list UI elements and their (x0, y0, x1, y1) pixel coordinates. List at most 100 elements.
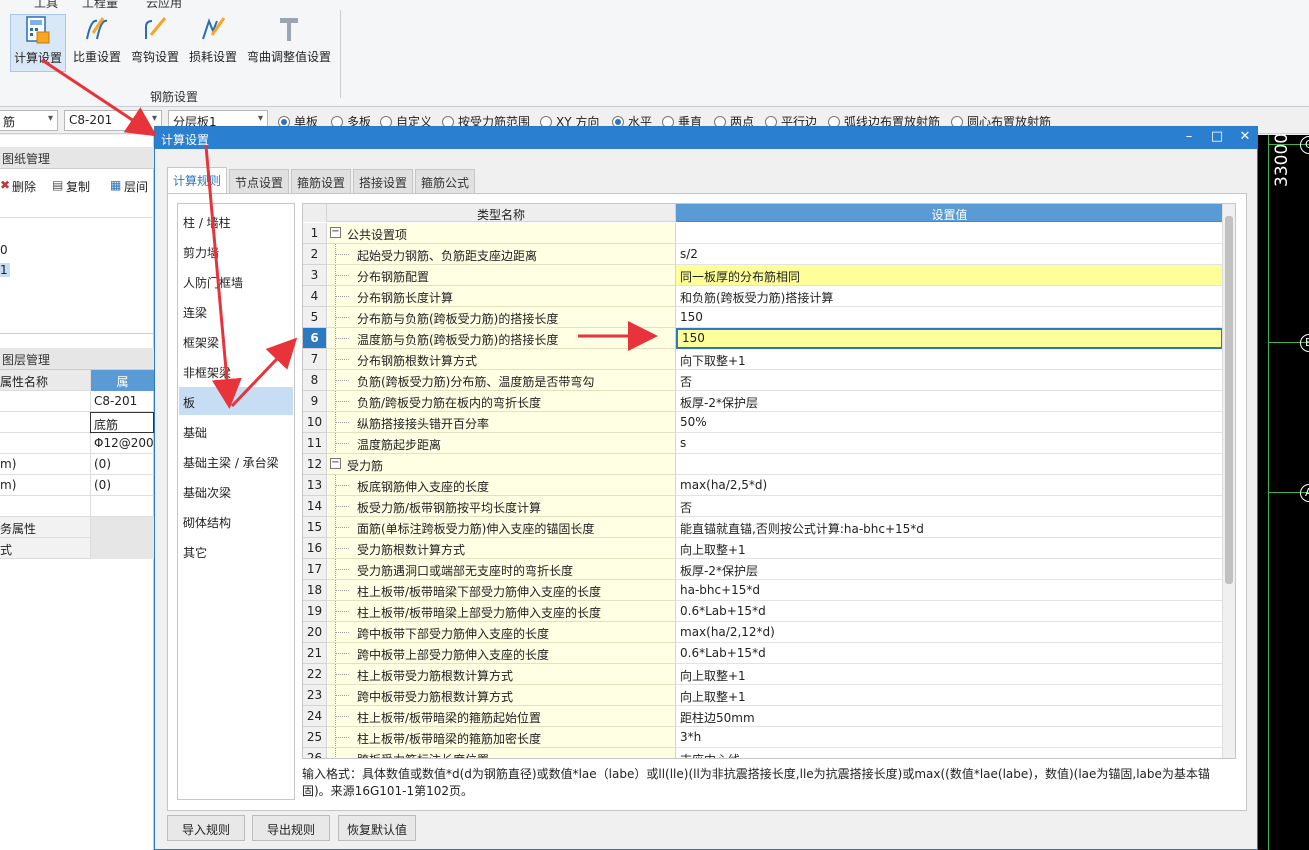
category-item[interactable]: 其它 (179, 537, 293, 565)
row-number[interactable]: 21 (303, 643, 327, 664)
prop-value[interactable]: (0) (90, 475, 154, 496)
row-number[interactable]: 1 (303, 223, 327, 244)
table-row[interactable]: 20 跨中板带下部受力筋伸入支座的长度 max(ha/2,12*d) (303, 622, 1223, 643)
table-row[interactable]: 12− 受力筋 (303, 454, 1223, 475)
tab-node-settings[interactable]: 节点设置 (229, 169, 290, 193)
table-row[interactable]: 10 纵筋搭接接头错开百分率 50% (303, 412, 1223, 433)
prop-row[interactable]: m) (0) (0, 454, 154, 475)
row-value[interactable]: 板厚-2*保护层 (676, 391, 1223, 412)
table-row[interactable]: 2 起始受力钢筋、负筋距支座边距离 s/2 (303, 244, 1223, 265)
bend-adjust-button[interactable]: 弯曲调整值设置 (244, 14, 334, 72)
copy-icon[interactable]: ▤ (52, 178, 63, 192)
row-number[interactable]: 17 (303, 559, 327, 580)
list-item[interactable]: 1 (0, 263, 10, 277)
row-number[interactable]: 19 (303, 601, 327, 622)
row-number[interactable]: 22 (303, 664, 327, 685)
table-row[interactable]: 14 板受力筋/板带钢筋按平均长度计算 否 (303, 496, 1223, 517)
row-value[interactable]: 向上取整+1 (676, 685, 1223, 706)
delete-button[interactable]: 删除 (12, 178, 36, 195)
row-number[interactable]: 26 (303, 748, 327, 758)
row-number[interactable]: 14 (303, 496, 327, 517)
row-number[interactable]: 13 (303, 475, 327, 496)
row-value[interactable]: 向上取整+1 (676, 538, 1223, 559)
drawing-canvas[interactable]: C B A 33000 (1258, 135, 1309, 850)
element-type-combo[interactable]: 筋 (0, 110, 58, 131)
table-row[interactable]: 1− 公共设置项 (303, 223, 1223, 244)
grid-scrollbar[interactable] (1222, 204, 1235, 758)
table-row[interactable]: 26 跨板受力筋标注长度位置 支座中心线 (303, 748, 1223, 758)
category-item[interactable]: 剪力墙 (179, 237, 293, 265)
category-item[interactable]: 柱 / 墙柱 (179, 207, 293, 235)
prop-row[interactable]: C8-201 (0, 391, 154, 412)
row-number[interactable]: 25 (303, 727, 327, 748)
collapse-icon[interactable]: − (330, 458, 341, 469)
copy-button[interactable]: 复制 (66, 178, 90, 195)
prop-value[interactable]: C8-201 (90, 391, 154, 412)
table-row[interactable]: 4 分布钢筋长度计算 和负筋(跨板受力筋)搭接计算 (303, 286, 1223, 307)
row-value[interactable]: 距柱边50mm (676, 706, 1223, 727)
table-row[interactable]: 7 分布钢筋根数计算方式 向下取整+1 (303, 349, 1223, 370)
table-row[interactable]: 15 面筋(单标注跨板受力筋)伸入支座的锚固长度 能直锚就直锚,否则按公式计算:ha… (303, 517, 1223, 538)
tab-lap-settings[interactable]: 搭接设置 (353, 169, 414, 193)
row-value[interactable]: s/2 (676, 244, 1223, 265)
list-item[interactable]: 0 (0, 243, 8, 257)
export-rules-button[interactable]: 导出规则 (252, 815, 330, 841)
row-value[interactable]: 3*h (676, 727, 1223, 748)
tab-calc-rules[interactable]: 计算规则 (167, 167, 228, 193)
table-row[interactable]: 9 负筋/跨板受力筋在板内的弯折长度 板厚-2*保护层 (303, 391, 1223, 412)
row-value[interactable]: 能直锚就直锚,否则按公式计算:ha-bhc+15*d (676, 517, 1223, 538)
table-row[interactable]: 6 温度筋与负筋(跨板受力筋)的搭接长度 150 (303, 328, 1223, 349)
row-value[interactable]: 板厚-2*保护层 (676, 559, 1223, 580)
row-number[interactable]: 10 (303, 412, 327, 433)
table-row[interactable]: 17 受力筋遇洞口或端部无支座时的弯折长度 板厚-2*保护层 (303, 559, 1223, 580)
prop-row[interactable] (0, 496, 154, 517)
row-number[interactable]: 20 (303, 622, 327, 643)
row-value[interactable]: 否 (676, 370, 1223, 391)
prop-row[interactable]: 务属性 (0, 517, 154, 538)
row-value[interactable]: max(ha/2,5*d) (676, 475, 1223, 496)
table-row[interactable]: 18 柱上板带/板带暗梁下部受力筋伸入支座的长度 ha-bhc+15*d (303, 580, 1223, 601)
calc-settings-button[interactable]: 计算设置 (10, 14, 66, 72)
row-value[interactable]: 和负筋(跨板受力筋)搭接计算 (676, 286, 1223, 307)
row-number[interactable]: 4 (303, 286, 327, 307)
prop-row[interactable]: 底筋 (0, 412, 154, 433)
row-number[interactable]: 23 (303, 685, 327, 706)
delete-icon[interactable]: ✖ (0, 178, 10, 192)
row-value[interactable]: 50% (676, 412, 1223, 433)
table-row[interactable]: 11 温度筋起步距离 s (303, 433, 1223, 454)
prop-value[interactable] (90, 517, 154, 538)
category-item[interactable]: 砌体结构 (179, 507, 293, 535)
prop-row[interactable]: m) (0) (0, 475, 154, 496)
category-item[interactable]: 板 (179, 387, 293, 415)
weight-settings-button[interactable]: 比重设置 (70, 14, 124, 72)
close-icon[interactable]: ✕ (1233, 129, 1257, 144)
row-number[interactable]: 16 (303, 538, 327, 559)
row-number[interactable]: 2 (303, 244, 327, 265)
category-item[interactable]: 框架梁 (179, 327, 293, 355)
prop-value[interactable]: 底筋 (90, 412, 154, 433)
table-row[interactable]: 16 受力筋根数计算方式 向上取整+1 (303, 538, 1223, 559)
row-value[interactable]: 0.6*Lab+15*d (676, 601, 1223, 622)
table-row[interactable]: 3 分布钢筋配置 同一板厚的分布筋相同 (303, 265, 1223, 286)
prop-row[interactable]: Φ12@200 (0, 433, 154, 454)
scroll-thumb[interactable] (1225, 216, 1233, 584)
row-value[interactable]: 向下取整+1 (676, 349, 1223, 370)
table-row[interactable]: 13 板底钢筋伸入支座的长度 max(ha/2,5*d) (303, 475, 1223, 496)
category-item[interactable]: 人防门框墙 (179, 267, 293, 295)
minimize-icon[interactable]: – (1177, 129, 1201, 144)
row-value[interactable]: 支座中心线 (676, 748, 1223, 758)
row-value[interactable]: 0.6*Lab+15*d (676, 643, 1223, 664)
category-item[interactable]: 连梁 (179, 297, 293, 325)
row-value[interactable] (676, 454, 1223, 475)
prop-row[interactable]: 式 (0, 538, 154, 559)
table-row[interactable]: 21 跨中板带上部受力筋伸入支座的长度 0.6*Lab+15*d (303, 643, 1223, 664)
restore-defaults-button[interactable]: 恢复默认值 (338, 815, 416, 841)
row-value[interactable]: ha-bhc+15*d (676, 580, 1223, 601)
row-number[interactable]: 24 (303, 706, 327, 727)
row-value[interactable]: s (676, 433, 1223, 454)
row-number[interactable]: 5 (303, 307, 327, 328)
tab-stirrup-formula[interactable]: 箍筋公式 (415, 169, 476, 193)
row-value[interactable]: 否 (676, 496, 1223, 517)
hook-settings-button[interactable]: 弯钩设置 (128, 14, 182, 72)
prop-value[interactable] (90, 496, 154, 517)
